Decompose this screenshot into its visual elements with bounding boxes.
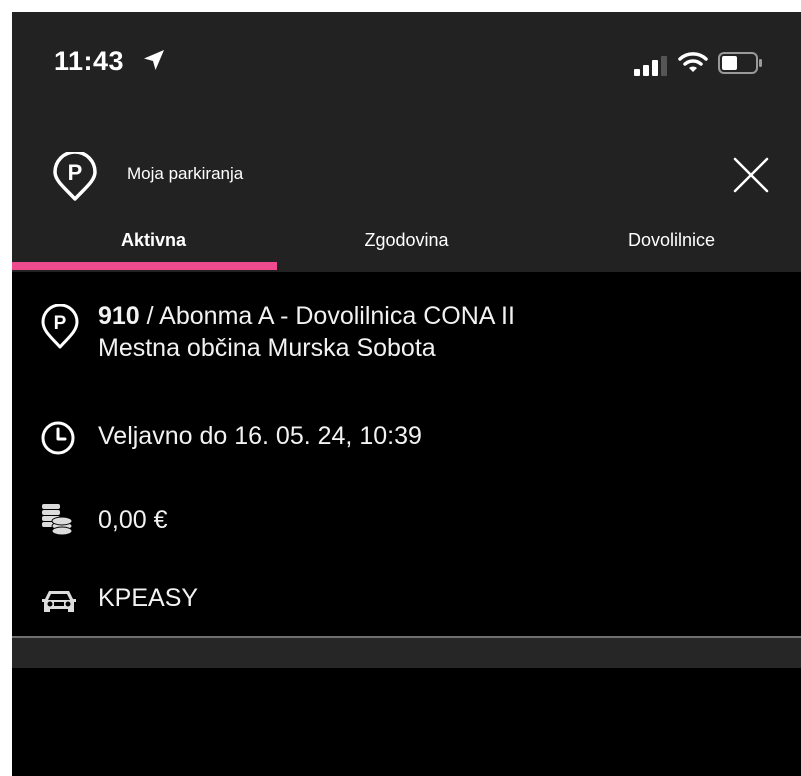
- coins-icon: [42, 504, 73, 536]
- valid-until: Veljavno do 16. 05. 24, 10:39: [98, 422, 422, 450]
- car-icon: [42, 591, 76, 612]
- license-plate: KPEASY: [98, 584, 199, 612]
- zone-line: 910 / Abonma A - Dovolilnica CONA II: [98, 302, 515, 331]
- parking-pin-icon: P: [41, 304, 79, 349]
- location-arrow-icon: [144, 50, 164, 70]
- section-spacer: [12, 638, 801, 668]
- zone-number: 910: [98, 302, 140, 330]
- clock-icon: [41, 421, 75, 455]
- svg-text:P: P: [68, 160, 83, 185]
- tab-dovolilnice[interactable]: Dovolilnice: [540, 230, 801, 272]
- page-title: Moja parkiranja: [127, 164, 244, 183]
- status-time: 11:43: [54, 46, 125, 76]
- signal-icon: [634, 56, 667, 76]
- svg-text:P: P: [54, 313, 67, 334]
- app-header: P Moja parkiranja Aktivna Zgodovina Dovo…: [12, 112, 801, 272]
- price: 0,00 €: [98, 506, 168, 534]
- municipality: Mestna občina Murska Sobota: [98, 334, 436, 362]
- active-tab-indicator: [12, 262, 277, 270]
- zone-name: / Abonma A - Dovolilnica CONA II: [139, 302, 515, 330]
- close-icon[interactable]: [732, 156, 770, 194]
- parking-pin-icon: P: [53, 152, 97, 201]
- app-screen: 11:43 P Moja parkiranja Aktivna Zgodovin…: [12, 12, 801, 776]
- status-bar: 11:43: [12, 12, 801, 112]
- tab-zgodovina[interactable]: Zgodovina: [275, 230, 538, 272]
- battery-icon: [718, 52, 762, 74]
- wifi-icon: [678, 52, 708, 72]
